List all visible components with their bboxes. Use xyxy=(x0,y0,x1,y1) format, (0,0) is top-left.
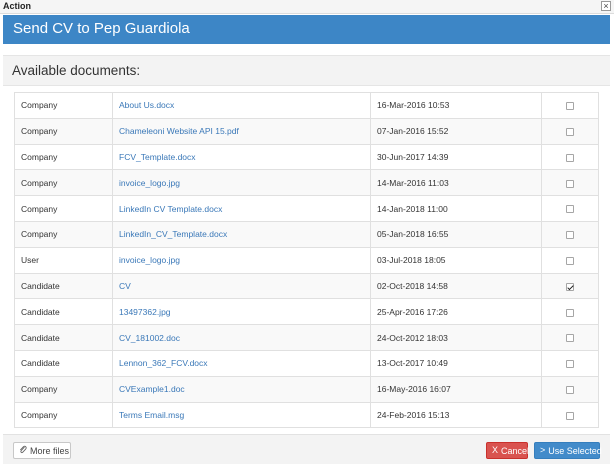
document-date: 07-Jan-2016 15:52 xyxy=(370,117,542,145)
document-owner: User xyxy=(14,246,113,274)
document-date: 24-Feb-2016 15:13 xyxy=(370,401,542,429)
documents-table-wrapper: Company About Us.docx 16-Mar-2016 10:53 Com… xyxy=(14,92,599,429)
document-date: 30-Jun-2017 14:39 xyxy=(370,143,542,171)
use-selected-button[interactable]: > Use Selected xyxy=(534,442,602,459)
document-select-cell xyxy=(541,375,599,403)
table-row: Company CVExample1.doc 16-May-2016 16:07 xyxy=(14,375,599,403)
document-select-cell xyxy=(541,220,599,248)
table-row: Company About Us.docx 16-Mar-2016 10:53 xyxy=(14,92,599,119)
table-row: Company invoice_logo.jpg 14-Mar-2016 11:03 xyxy=(14,169,599,197)
document-owner: Candidate xyxy=(14,324,113,351)
cancel-button[interactable]: X Cancel xyxy=(486,442,530,459)
document-link[interactable]: FCV_Template.docx xyxy=(112,143,371,171)
document-select-checkbox[interactable] xyxy=(566,153,574,162)
document-date: 05-Jan-2018 16:55 xyxy=(370,220,542,248)
document-link[interactable]: About Us.docx xyxy=(112,92,371,119)
dialog-footer: More files X Cancel > Use Selected xyxy=(3,434,610,464)
document-select-checkbox[interactable] xyxy=(566,256,574,265)
document-select-cell xyxy=(541,143,599,171)
document-select-cell xyxy=(541,298,599,326)
document-link[interactable]: LinkedIn_CV_Template.docx xyxy=(112,220,371,248)
document-select-checkbox[interactable] xyxy=(566,308,574,317)
document-date: 03-Jul-2018 18:05 xyxy=(370,246,542,274)
table-row: Company LinkedIn_CV_Template.docx 05-Jan-2… xyxy=(14,220,599,248)
document-owner: Company xyxy=(14,401,113,429)
document-link[interactable]: Terms Email.msg xyxy=(112,401,371,429)
section-title: Available documents: xyxy=(12,63,141,78)
document-date: 14-Jan-2018 11:00 xyxy=(370,195,542,222)
document-owner: Company xyxy=(14,143,113,171)
dialog-header: Send CV to Pep Guardiola xyxy=(3,15,610,44)
use-selected-label: Use Selected xyxy=(548,445,602,456)
document-select-cell xyxy=(541,246,599,274)
table-row: Company Terms Email.msg 24-Feb-2016 15:13 xyxy=(14,401,599,429)
document-link[interactable]: invoice_logo.jpg xyxy=(112,169,371,197)
document-owner: Candidate xyxy=(14,298,113,326)
document-select-cell xyxy=(541,272,599,300)
more-files-label: More files xyxy=(30,445,70,456)
document-select-checkbox[interactable] xyxy=(566,179,574,188)
section-header: Available documents: xyxy=(3,55,610,86)
document-date: 14-Mar-2016 11:03 xyxy=(370,169,542,197)
more-files-button[interactable]: More files xyxy=(13,442,71,459)
document-select-cell xyxy=(541,349,599,377)
document-owner: Company xyxy=(14,117,113,145)
document-owner: Candidate xyxy=(14,272,113,300)
document-link[interactable]: Lennon_362_FCV.docx xyxy=(112,349,371,377)
window-title: Action xyxy=(3,1,31,11)
document-select-checkbox[interactable] xyxy=(566,411,574,420)
document-select-checkbox[interactable] xyxy=(566,205,574,214)
table-row: User invoice_logo.jpg 03-Jul-2018 18:05 xyxy=(14,246,599,274)
window-titlebar: Action × xyxy=(0,0,614,14)
document-select-cell xyxy=(541,169,599,197)
document-date: 16-May-2016 16:07 xyxy=(370,375,542,403)
document-link[interactable]: invoice_logo.jpg xyxy=(112,246,371,274)
dialog-title: Send CV to Pep Guardiola xyxy=(13,20,190,37)
document-link[interactable]: CVExample1.doc xyxy=(112,375,371,403)
paperclip-icon xyxy=(19,445,27,456)
chevron-right-icon: > xyxy=(540,445,546,455)
close-icon[interactable]: × xyxy=(601,1,611,11)
table-row: Company FCV_Template.docx 30-Jun-2017 14:3… xyxy=(14,143,599,171)
table-row: Company Chameleoni Website API 15.pdf 07-J… xyxy=(14,117,599,145)
table-row: Company LinkedIn CV Template.docx 14-Jan-2… xyxy=(14,195,599,222)
document-owner: Company xyxy=(14,92,113,119)
document-link[interactable]: 13497362.jpg xyxy=(112,298,371,326)
document-owner: Company xyxy=(14,375,113,403)
document-date: 24-Oct-2012 18:03 xyxy=(370,324,542,351)
document-link[interactable]: Chameleoni Website API 15.pdf xyxy=(112,117,371,145)
document-date: 13-Oct-2017 10:49 xyxy=(370,349,542,377)
document-date: 25-Apr-2016 17:26 xyxy=(370,298,542,326)
document-select-cell xyxy=(541,324,599,351)
table-row: Candidate CV_181002.doc 24-Oct-2012 18:03 xyxy=(14,324,599,351)
document-select-cell xyxy=(541,195,599,222)
document-select-cell xyxy=(541,92,599,119)
document-select-checkbox[interactable] xyxy=(566,282,574,291)
document-owner: Candidate xyxy=(14,349,113,377)
table-row: Candidate CV 02-Oct-2018 14:58 xyxy=(14,272,599,300)
cancel-label: Cancel xyxy=(501,445,530,456)
document-select-checkbox[interactable] xyxy=(566,360,574,369)
document-select-cell xyxy=(541,401,599,429)
document-select-checkbox[interactable] xyxy=(566,231,574,240)
table-row: Candidate Lennon_362_FCV.docx 13-Oct-2017 … xyxy=(14,349,599,377)
document-select-cell xyxy=(541,117,599,145)
documents-table: Company About Us.docx 16-Mar-2016 10:53 Com… xyxy=(14,92,599,429)
document-link[interactable]: CV xyxy=(112,272,371,300)
document-select-checkbox[interactable] xyxy=(566,127,574,136)
x-icon: X xyxy=(492,445,499,455)
document-date: 16-Mar-2016 10:53 xyxy=(370,92,542,119)
document-owner: Company xyxy=(14,220,113,248)
document-owner: Company xyxy=(14,195,113,222)
table-row: Candidate 13497362.jpg 25-Apr-2016 17:26 xyxy=(14,298,599,326)
document-select-checkbox[interactable] xyxy=(566,334,574,343)
document-link[interactable]: CV_181002.doc xyxy=(112,324,371,351)
document-link[interactable]: LinkedIn CV Template.docx xyxy=(112,195,371,222)
document-owner: Company xyxy=(14,169,113,197)
document-select-checkbox[interactable] xyxy=(566,102,574,111)
document-date: 02-Oct-2018 14:58 xyxy=(370,272,542,300)
document-select-checkbox[interactable] xyxy=(566,385,574,394)
